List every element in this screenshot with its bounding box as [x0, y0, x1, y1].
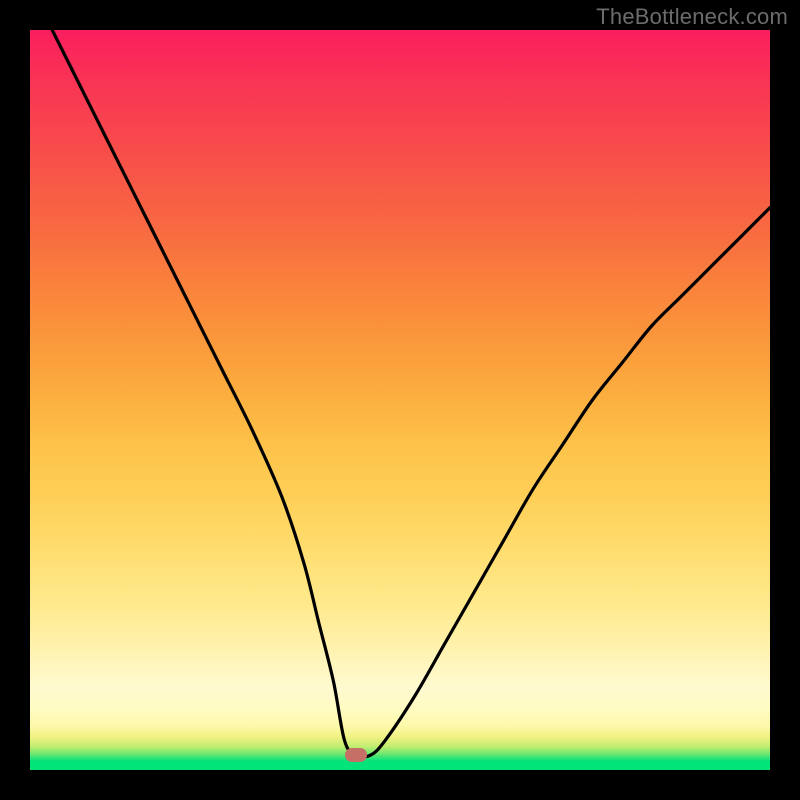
watermark-text: TheBottleneck.com	[596, 4, 788, 30]
plot-area	[30, 30, 770, 770]
minimum-marker	[345, 748, 367, 762]
chart-frame: TheBottleneck.com	[0, 0, 800, 800]
curve-svg	[30, 30, 770, 770]
bottleneck-curve-path	[52, 30, 770, 757]
